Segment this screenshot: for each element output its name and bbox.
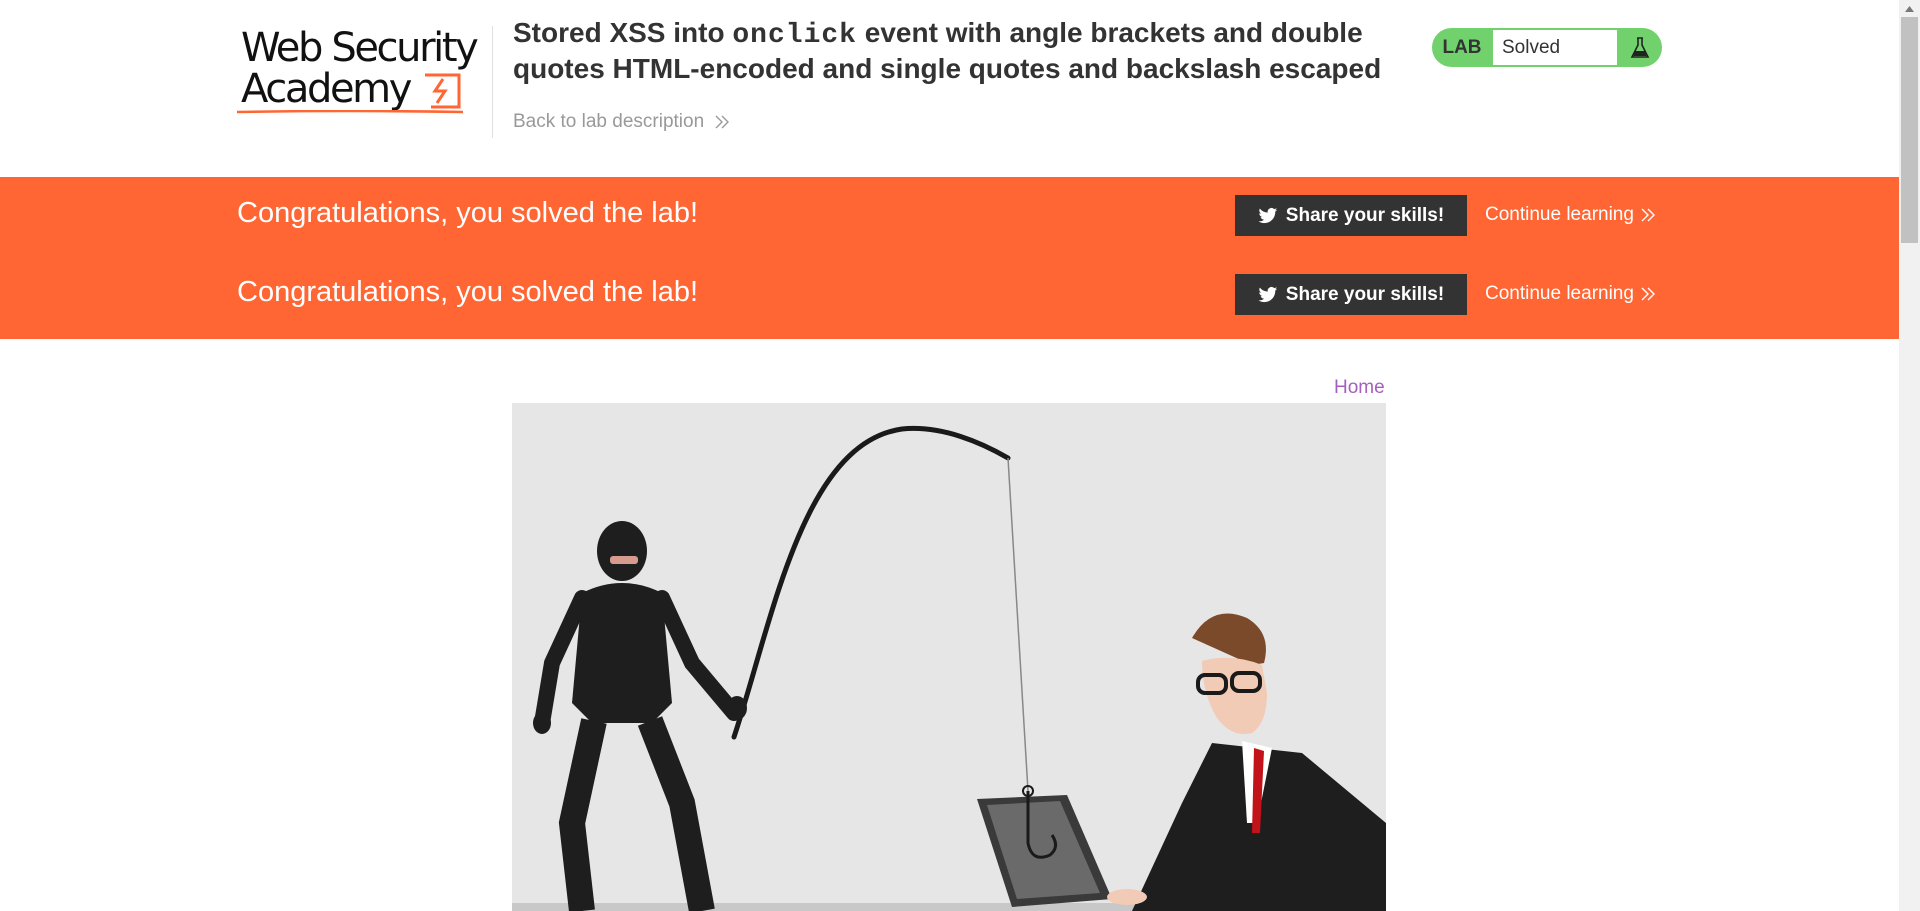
vertical-scrollbar[interactable]	[1899, 0, 1920, 911]
flask-icon	[1618, 28, 1662, 67]
solved-banner-row: Congratulations, you solved the lab! Sha…	[0, 177, 1899, 256]
lab-title: Stored XSS into onclick event with angle…	[513, 16, 1393, 85]
lab-title-prefix: Stored XSS into	[513, 17, 733, 48]
congratulations-message: Congratulations, you solved the lab!	[237, 197, 699, 229]
continue-learning-label: Continue learning	[1485, 283, 1634, 304]
logo-lightning-icon	[425, 73, 461, 109]
continue-learning-label: Continue learning	[1485, 204, 1634, 225]
lab-status-value: Solved	[1493, 30, 1617, 65]
lab-status-widget: LAB Solved	[1432, 28, 1662, 67]
lab-header: Web Security Academy Stored XSS into onc…	[0, 0, 1899, 177]
logo-underline	[237, 110, 463, 114]
header-divider	[492, 26, 493, 138]
share-your-skills-button[interactable]: Share your skills!	[1235, 274, 1467, 315]
share-button-label: Share your skills!	[1285, 204, 1445, 226]
continue-learning-link[interactable]: Continue learning	[1485, 204, 1656, 226]
lab-title-code: onclick	[732, 20, 857, 51]
congratulations-message: Congratulations, you solved the lab!	[237, 276, 699, 308]
solved-banner-row: Congratulations, you solved the lab! Sha…	[0, 256, 1899, 335]
back-to-lab-description-link[interactable]: Back to lab description	[513, 111, 730, 133]
double-chevron-right-icon	[715, 115, 730, 129]
scrollbar-thumb[interactable]	[1901, 17, 1918, 243]
home-link[interactable]: Home	[1334, 377, 1385, 399]
web-security-academy-logo[interactable]: Web Security Academy	[237, 24, 489, 117]
continue-learning-link[interactable]: Continue learning	[1485, 283, 1656, 305]
logo-text-line2: Academy	[241, 66, 412, 112]
share-your-skills-button[interactable]: Share your skills!	[1235, 195, 1467, 236]
logo-text-line1: Web Security	[241, 25, 479, 71]
double-chevron-right-icon	[1641, 287, 1655, 301]
double-chevron-right-icon	[1641, 208, 1655, 222]
twitter-icon	[1258, 207, 1277, 223]
twitter-icon	[1258, 286, 1277, 302]
phishing-illustration	[512, 403, 1386, 911]
scroll-up-arrow-icon[interactable]	[1899, 0, 1920, 17]
lab-status-tag: LAB	[1442, 36, 1482, 58]
solved-banner: Congratulations, you solved the lab! Sha…	[0, 177, 1899, 339]
phishing-hero-image	[512, 403, 1386, 911]
share-button-label: Share your skills!	[1285, 283, 1445, 305]
back-link-label: Back to lab description	[513, 111, 705, 132]
